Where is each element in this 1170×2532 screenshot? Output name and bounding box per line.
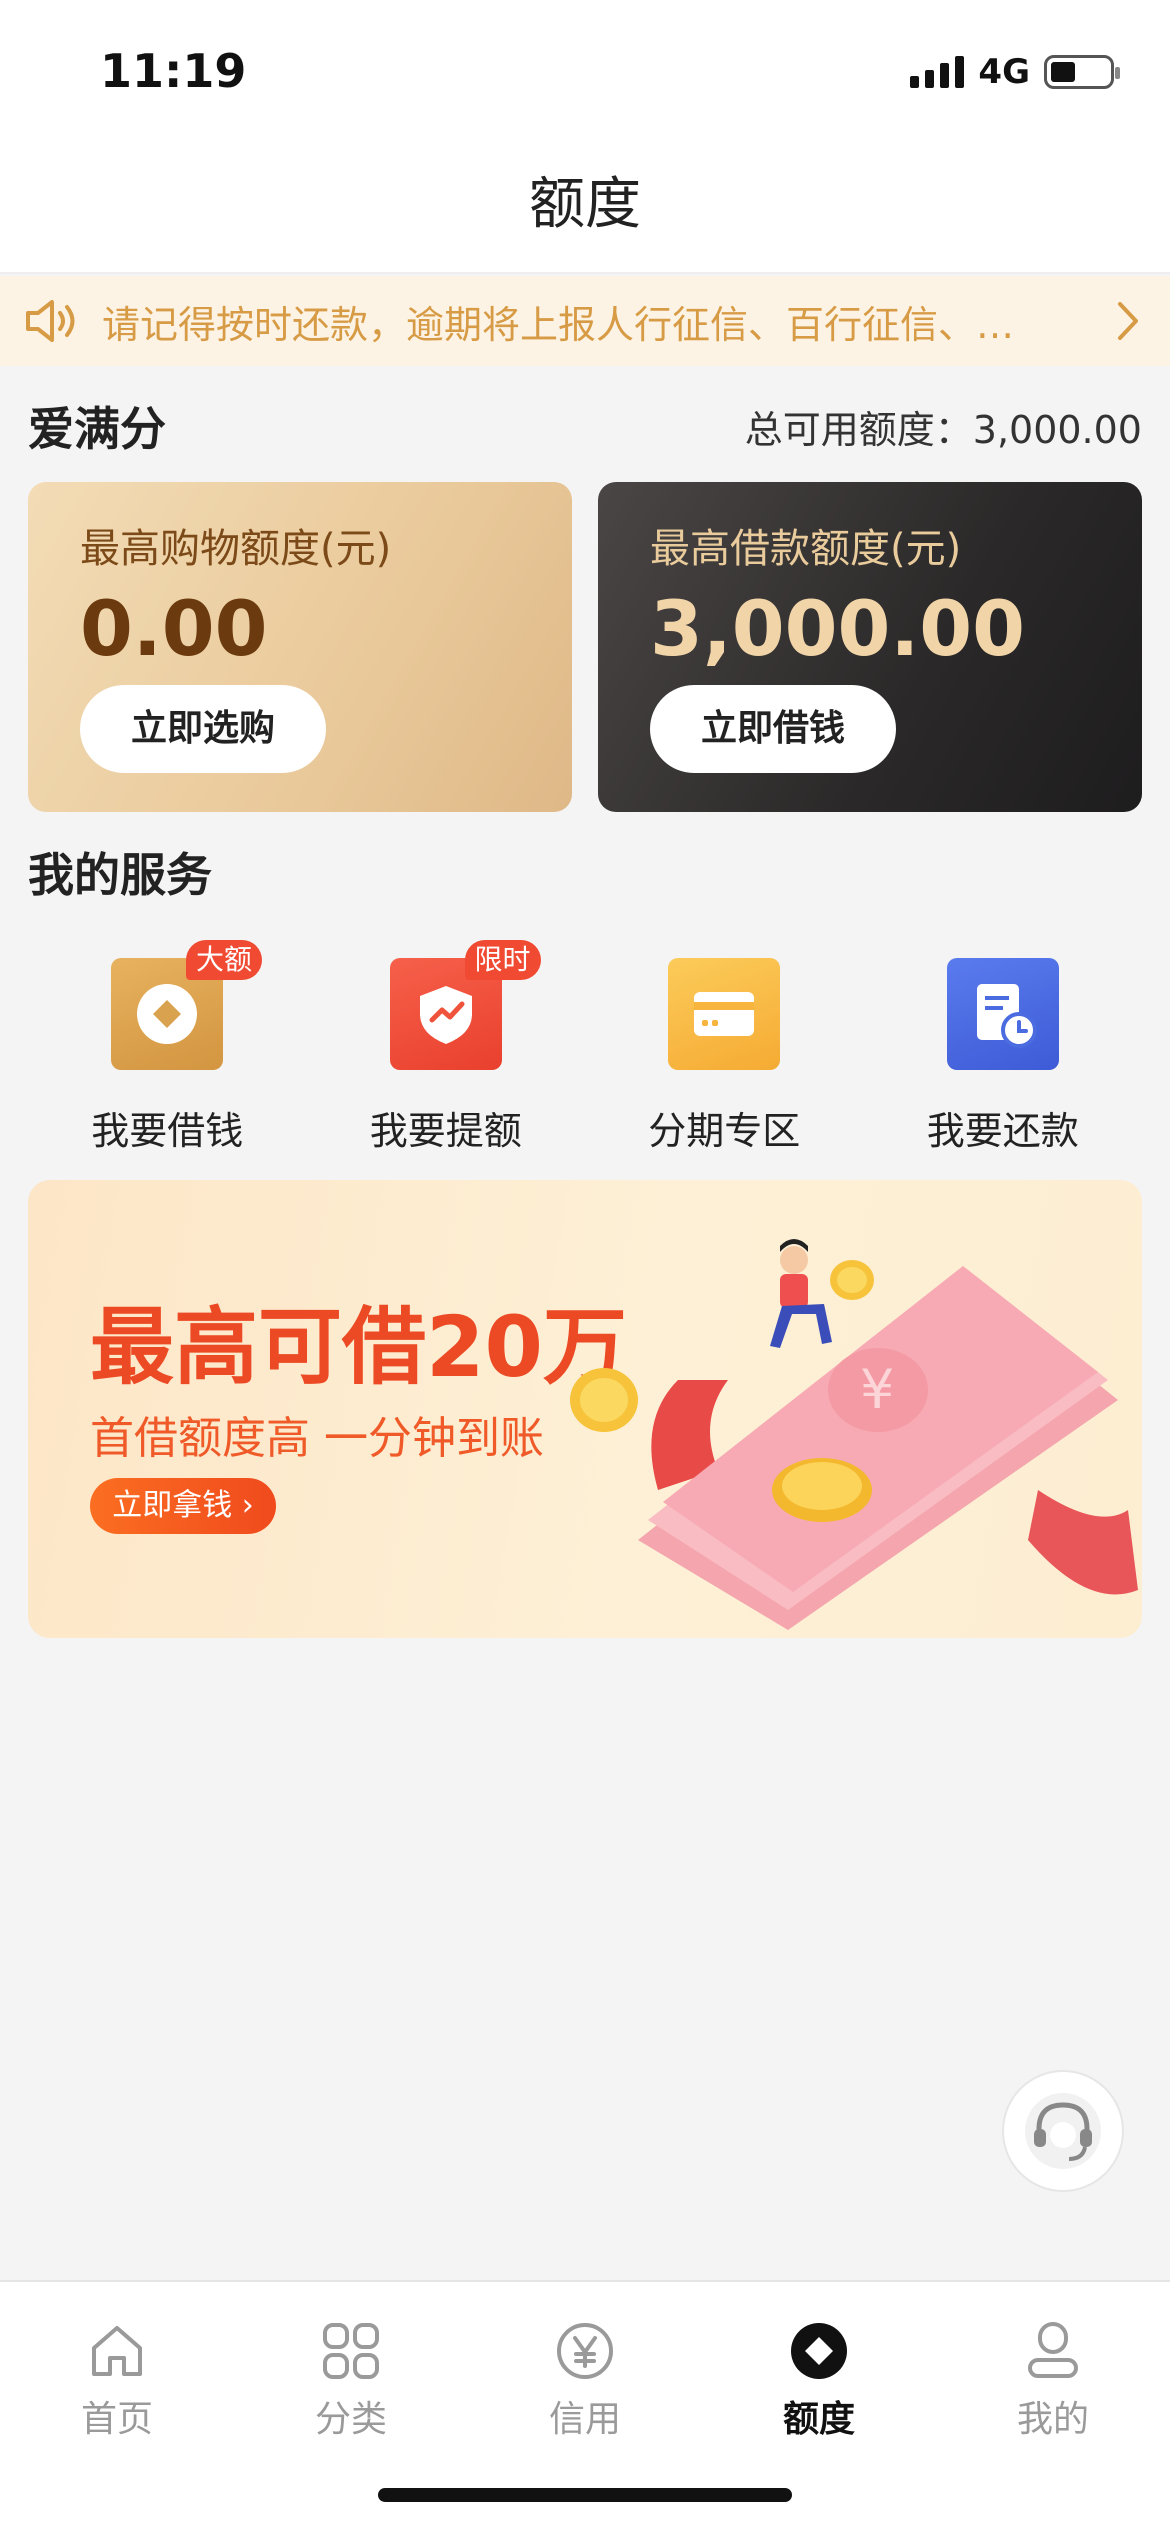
customer-service-button[interactable] xyxy=(1004,2072,1122,2190)
home-indicator xyxy=(378,2488,792,2502)
page-title: 额度 xyxy=(529,172,641,237)
network-type: 4G xyxy=(978,52,1030,92)
battery-icon xyxy=(1044,55,1120,89)
services-title: 我的服务 xyxy=(28,848,212,902)
tab-label: 我的 xyxy=(1016,2399,1089,2440)
tab-home[interactable]: 首页 xyxy=(0,2282,234,2440)
tab-label: 分类 xyxy=(314,2399,387,2440)
tab-label: 信用 xyxy=(548,2399,621,2440)
total-credit: 总可用额度：3,000.00 xyxy=(744,407,1142,452)
tab-label: 首页 xyxy=(80,2399,153,2440)
card-icon xyxy=(668,958,781,1070)
bill-clock-icon xyxy=(946,958,1059,1070)
speaker-icon xyxy=(26,300,75,342)
promo-banner[interactable]: 最高可借20万 首借额度高 一分钟到账 立即拿钱 › ¥ xyxy=(28,1180,1142,1638)
services-header: 我的服务 xyxy=(28,840,1142,904)
yen-circle-icon xyxy=(557,2323,613,2379)
banner-cta-label: 立即拿钱 xyxy=(112,1488,233,1523)
shopping-credit-card: 最高购物额度(元) 0.00 立即选购 xyxy=(28,482,572,812)
tab-bar: 首页 分类 信用 额度 我的 xyxy=(0,2280,1170,2532)
service-label: 我要还款 xyxy=(926,1109,1079,1153)
score-header: 爱满分 总可用额度：3,000.00 xyxy=(28,394,1142,458)
home-icon xyxy=(92,2326,142,2376)
notice-text: 请记得按时还款，逾期将上报人行征信、百行征信、… xyxy=(102,302,1015,347)
tab-credit[interactable]: 信用 xyxy=(468,2282,702,2440)
money-stack-illustration: ¥ xyxy=(570,1239,1138,1630)
loan-credit-card: 最高借款额度(元) 3,000.00 立即借钱 xyxy=(598,482,1142,812)
status-indicators: 4G xyxy=(910,52,1120,92)
chevron-right-icon xyxy=(1118,302,1138,340)
svg-text:¥: ¥ xyxy=(860,1358,894,1421)
service-label: 我要提额 xyxy=(369,1109,522,1153)
tab-mine[interactable]: 我的 xyxy=(936,2282,1170,2440)
tab-category[interactable]: 分类 xyxy=(234,2282,468,2440)
service-badge: 限时 xyxy=(464,940,541,980)
score-title: 爱满分 xyxy=(28,402,166,456)
tab-label: 额度 xyxy=(782,2399,855,2440)
shopping-credit-value: 0.00 xyxy=(80,584,268,673)
status-bar: 11:19 4G xyxy=(0,0,1170,140)
service-raise-limit[interactable]: 限时 我要提额 xyxy=(307,940,586,1160)
grid-icon xyxy=(323,2323,379,2379)
banner-cta-button[interactable]: 立即拿钱 › xyxy=(90,1478,276,1534)
service-borrow[interactable]: 大额 我要借钱 xyxy=(28,940,307,1160)
service-label: 我要借钱 xyxy=(91,1109,244,1153)
service-label: 分期专区 xyxy=(648,1109,801,1153)
borrow-now-button[interactable]: 立即借钱 xyxy=(650,685,896,773)
headset-icon xyxy=(1025,2093,1101,2169)
banner-title: 最高可借20万 xyxy=(90,1298,627,1396)
status-time: 11:19 xyxy=(100,44,247,98)
nav-bar: 额度 xyxy=(0,140,1170,274)
services-grid: 大额 我要借钱 限时 我要提额 分期专区 我要还款 xyxy=(28,940,1142,1160)
loan-credit-label: 最高借款额度(元) xyxy=(650,526,962,572)
loan-credit-value: 3,000.00 xyxy=(650,584,1026,673)
service-repay[interactable]: 我要还款 xyxy=(864,940,1143,1160)
signal-icon xyxy=(910,56,965,88)
service-badge: 大额 xyxy=(186,940,263,980)
diamond-icon xyxy=(791,2323,847,2379)
notice-bar[interactable]: 请记得按时还款，逾期将上报人行征信、百行征信、… xyxy=(0,276,1170,366)
shop-now-button[interactable]: 立即选购 xyxy=(80,685,326,773)
banner-subtitle: 首借额度高 一分钟到账 xyxy=(90,1413,544,1464)
service-installment[interactable]: 分期专区 xyxy=(585,940,864,1160)
shopping-credit-label: 最高购物额度(元) xyxy=(80,526,392,572)
user-icon xyxy=(1028,2322,1078,2378)
tab-limit[interactable]: 额度 xyxy=(702,2282,936,2440)
